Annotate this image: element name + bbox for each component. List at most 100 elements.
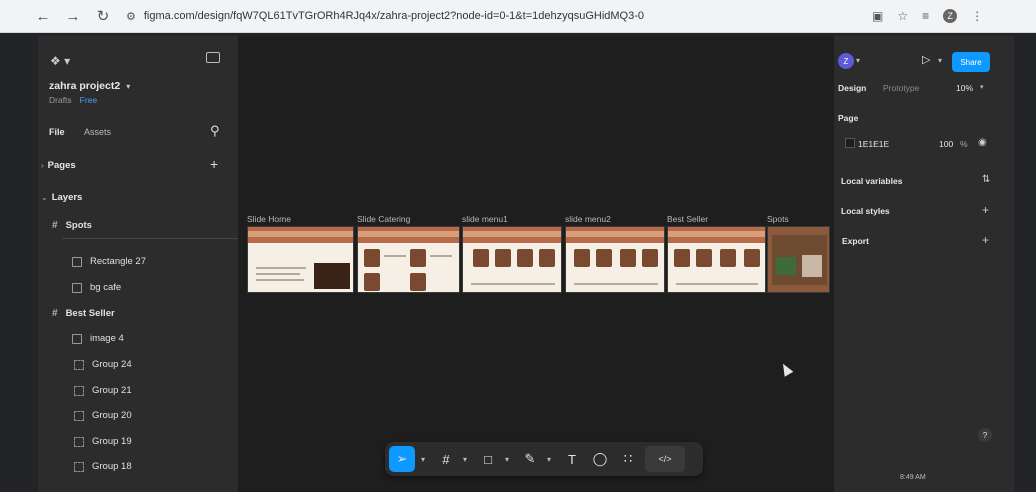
page-opacity-value[interactable]: 100 — [939, 139, 953, 149]
drafts-label[interactable]: Drafts — [49, 95, 72, 105]
actions-tool-icon[interactable]: ∷ — [617, 446, 639, 472]
variables-icon[interactable]: ⇅ — [982, 174, 990, 185]
frame-banner — [248, 231, 353, 237]
frame-icon: # — [52, 308, 58, 319]
tab-assets[interactable]: Assets — [84, 127, 111, 137]
frame-spots[interactable] — [767, 226, 830, 293]
menu-dots-icon[interactable]: ⋮ — [971, 9, 983, 23]
layer-label: Group 24 — [92, 359, 132, 370]
chevron-down-icon[interactable]: ▾ — [856, 56, 860, 65]
layer-label: image 4 — [90, 333, 124, 344]
frame-icon: # — [52, 220, 58, 231]
dev-mode-toggle-icon[interactable]: </> — [645, 446, 685, 472]
bookmark-star-icon[interactable]: ☆ — [897, 9, 908, 23]
frame-label-best-seller[interactable]: Best Seller — [667, 214, 708, 224]
layer-group-19[interactable]: Group 19 — [74, 436, 132, 447]
move-tool-icon[interactable]: ➢ — [389, 446, 415, 472]
rectangle-tool-icon[interactable]: □ — [477, 446, 499, 472]
frame-label-spots[interactable]: Spots — [767, 214, 789, 224]
frame-slide-menu2[interactable] — [565, 226, 665, 293]
file-name[interactable]: zahra project2 ▾ — [49, 80, 130, 92]
site-info-icon[interactable]: ⚙ — [126, 10, 136, 23]
profile-avatar[interactable]: Z — [943, 9, 958, 23]
reload-icon[interactable]: ↻ — [88, 2, 118, 30]
product-thumb — [642, 249, 658, 267]
frame-banner — [566, 231, 664, 237]
help-button[interactable]: ? — [978, 428, 992, 442]
frame-slide-home[interactable] — [247, 226, 354, 293]
taskbar-clock: 8:49 AM — [900, 474, 926, 481]
chevron-down-icon[interactable]: ▾ — [980, 83, 984, 91]
canvas[interactable]: Slide Home Slide Catering slide menu1 sl… — [238, 36, 834, 492]
address-bar[interactable]: ⚙ figma.com/design/fqW7QL61TvTGrORh4RJq4… — [126, 6, 996, 26]
frame-label-slide-menu1[interactable]: slide menu1 — [462, 214, 508, 224]
page-color-swatch[interactable] — [845, 138, 855, 148]
figma-menu-icon[interactable]: ❖ ▾ — [50, 54, 70, 68]
search-icon[interactable]: ⚲ — [210, 123, 220, 139]
chevron-down-icon[interactable]: ▾ — [938, 56, 942, 65]
image-icon — [72, 333, 82, 344]
frame-slide-menu1[interactable] — [462, 226, 562, 293]
group-icon — [74, 461, 84, 472]
comment-tool-icon[interactable]: ◯ — [589, 446, 611, 472]
text-line — [574, 283, 658, 285]
layer-best-seller[interactable]: # Best Seller — [52, 308, 115, 319]
share-button[interactable]: Share — [952, 52, 990, 72]
frame-tool-icon[interactable]: # — [435, 446, 457, 472]
local-variables[interactable]: Local variables — [841, 176, 902, 186]
tab-prototype[interactable]: Prototype — [883, 83, 919, 93]
tab-design[interactable]: Design — [838, 83, 866, 93]
avatar[interactable]: Z — [838, 53, 854, 69]
back-icon[interactable]: ← — [28, 2, 58, 30]
product-thumb — [620, 249, 636, 267]
product-thumb — [364, 249, 380, 267]
layer-label: bg cafe — [90, 282, 122, 293]
pages-section[interactable]: › Pages — [41, 160, 76, 171]
chevron-down-icon[interactable]: ▾ — [547, 455, 555, 464]
add-style-icon[interactable]: + — [982, 203, 989, 217]
zoom-level[interactable]: 10% — [956, 83, 973, 93]
page-color-value[interactable]: 1E1E1E — [858, 139, 889, 149]
url-text: figma.com/design/fqW7QL61TvTGrORh4RJq4x/… — [143, 10, 644, 22]
chevron-down-icon: ⌄ — [41, 193, 48, 202]
layer-image-4[interactable]: image 4 — [72, 333, 124, 344]
page-heading: Page — [838, 113, 859, 123]
eye-icon[interactable]: ◉ — [978, 137, 987, 148]
product-thumb — [596, 249, 612, 267]
pen-tool-icon[interactable]: ✎ — [519, 446, 541, 472]
text-line — [430, 255, 452, 257]
layer-group-24[interactable]: Group 24 — [74, 359, 132, 370]
plan-badge[interactable]: Free — [80, 95, 97, 105]
chevron-down-icon[interactable]: ▾ — [421, 455, 429, 464]
chevron-down-icon[interactable]: ▾ — [463, 455, 471, 464]
layer-group-21[interactable]: Group 21 — [74, 385, 132, 396]
panel-toggle-icon[interactable] — [206, 52, 220, 63]
layer-group-18[interactable]: Group 18 — [74, 461, 132, 472]
group-icon — [74, 385, 84, 396]
frame-label-slide-catering[interactable]: Slide Catering — [357, 214, 410, 224]
add-export-icon[interactable]: + — [982, 233, 989, 247]
present-play-icon[interactable]: ▷ — [922, 53, 930, 66]
layer-bg-cafe[interactable]: bg cafe — [72, 282, 121, 293]
figma-app: ❖ ▾ zahra project2 ▾ Drafts Free File As… — [38, 36, 1014, 492]
frame-label-slide-menu2[interactable]: slide menu2 — [565, 214, 611, 224]
layer-label: Group 19 — [92, 436, 132, 447]
product-thumb — [674, 249, 690, 267]
layer-label: Group 20 — [92, 410, 132, 421]
frame-banner — [358, 231, 459, 237]
frame-slide-catering[interactable] — [357, 226, 460, 293]
reading-list-icon[interactable]: ≡ — [922, 9, 929, 23]
frame-best-seller[interactable] — [667, 226, 766, 293]
product-thumb — [364, 273, 380, 291]
frame-label-slide-home[interactable]: Slide Home — [247, 214, 291, 224]
layer-rectangle-27[interactable]: Rectangle 27 — [72, 256, 146, 267]
text-tool-icon[interactable]: T — [561, 446, 583, 472]
add-page-icon[interactable]: + — [210, 156, 218, 172]
forward-icon[interactable]: → — [58, 2, 88, 30]
extension-icon[interactable]: ▣ — [872, 9, 883, 23]
layer-group-20[interactable]: Group 20 — [74, 410, 132, 421]
layer-spots[interactable]: # Spots — [52, 220, 92, 231]
tab-file[interactable]: File — [49, 127, 65, 137]
chevron-down-icon[interactable]: ▾ — [505, 455, 513, 464]
layers-section[interactable]: ⌄ Layers — [41, 192, 82, 203]
